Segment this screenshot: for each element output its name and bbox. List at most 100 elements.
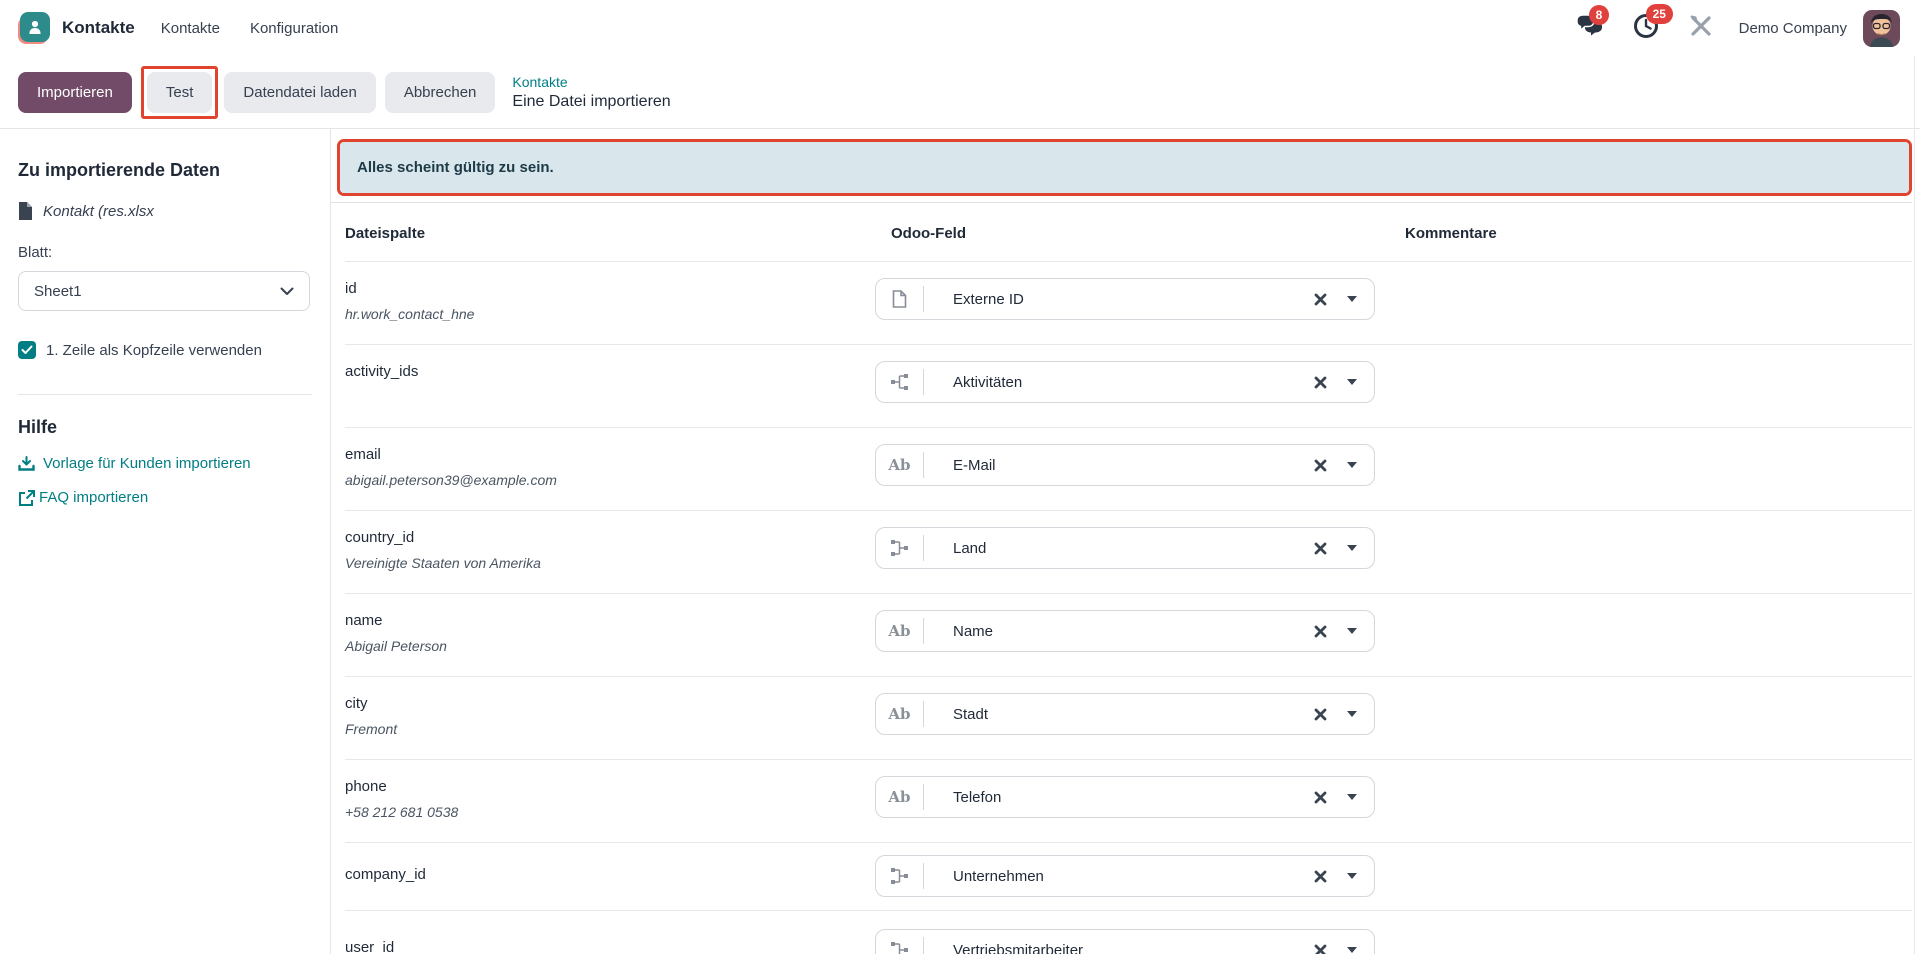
- debug-tools-button[interactable]: [1689, 14, 1713, 43]
- app-name[interactable]: Kontakte: [62, 18, 135, 38]
- dropdown-caret-icon[interactable]: [1347, 711, 1357, 717]
- clear-field-button[interactable]: [1314, 944, 1327, 954]
- user-avatar[interactable]: [1863, 10, 1900, 47]
- load-data-file-button[interactable]: Datendatei laden: [224, 72, 375, 113]
- activities-button[interactable]: 25: [1633, 13, 1659, 44]
- checkbox-checked-icon[interactable]: [18, 341, 36, 359]
- alert-highlight: Alles scheint gültig zu sein.: [337, 139, 1912, 196]
- field-label: Externe ID: [924, 291, 1314, 308]
- dropdown-caret-icon[interactable]: [1347, 947, 1357, 953]
- odoo-field-select[interactable]: Ab Telefon: [875, 776, 1375, 818]
- external-id-field-icon: [892, 290, 907, 308]
- clear-field-button[interactable]: [1314, 542, 1327, 555]
- odoo-field-select[interactable]: Ab Name: [875, 610, 1375, 652]
- import-mapping-row: country_id Vereinigte Staaten von Amerik…: [345, 511, 1912, 594]
- company-name[interactable]: Demo Company: [1739, 20, 1847, 37]
- field-label: Land: [924, 540, 1314, 557]
- use-first-row-as-header[interactable]: 1. Zeile als Kopfzeile verwenden: [18, 341, 312, 359]
- file-column-name: name: [345, 612, 875, 629]
- scrollbar-track[interactable]: [1914, 56, 1915, 954]
- char-field-icon: Ab: [888, 788, 910, 806]
- clear-x-icon: [1314, 376, 1327, 389]
- comment-cell: [1405, 262, 1912, 344]
- sidebar-divider: [18, 394, 312, 395]
- cancel-button[interactable]: Abbrechen: [385, 72, 496, 113]
- field-label: Aktivitäten: [924, 374, 1314, 391]
- dropdown-caret-icon[interactable]: [1347, 873, 1357, 879]
- field-label: Unternehmen: [924, 868, 1314, 885]
- breadcrumb-current: Eine Datei importieren: [512, 91, 670, 112]
- clear-x-icon: [1314, 944, 1327, 954]
- comment-cell: [1405, 428, 1912, 510]
- menu-kontakte[interactable]: Kontakte: [161, 20, 220, 37]
- external-link-icon: [18, 490, 35, 506]
- many2one-field-icon: [891, 867, 909, 885]
- file-column-sample: Abigail Peterson: [345, 638, 875, 654]
- sidebar-title: Zu importierende Daten: [18, 160, 312, 181]
- sheet-select[interactable]: Sheet1: [18, 271, 310, 311]
- field-label: E-Mail: [924, 457, 1314, 474]
- dropdown-caret-icon[interactable]: [1347, 462, 1357, 468]
- import-button[interactable]: Importieren: [18, 72, 132, 113]
- clear-field-button[interactable]: [1314, 791, 1327, 804]
- char-field-icon: Ab: [888, 456, 910, 474]
- file-icon: [18, 202, 33, 220]
- clear-field-button[interactable]: [1314, 293, 1327, 306]
- help-title: Hilfe: [18, 417, 312, 438]
- clear-x-icon: [1314, 870, 1327, 883]
- checkbox-label: 1. Zeile als Kopfzeile verwenden: [46, 342, 262, 359]
- file-column-name: user_id: [345, 939, 875, 954]
- clear-field-button[interactable]: [1314, 870, 1327, 883]
- comment-cell: [1405, 511, 1912, 593]
- top-navbar: Kontakte Kontakte Konfiguration 8 25: [0, 0, 1920, 56]
- clear-x-icon: [1314, 542, 1327, 555]
- field-label: Vertriebsmitarbeiter: [924, 942, 1314, 954]
- file-column-sample: abigail.peterson39@example.com: [345, 472, 875, 488]
- import-sidebar: Zu importierende Daten Kontakt (res.xlsx…: [0, 129, 331, 954]
- test-button-highlight: Test: [141, 66, 219, 119]
- validation-alert: Alles scheint gültig zu sein.: [340, 142, 1909, 193]
- dropdown-caret-icon[interactable]: [1347, 628, 1357, 634]
- import-mapping-row: name Abigail Peterson Ab Name: [345, 594, 1912, 677]
- dropdown-caret-icon[interactable]: [1347, 545, 1357, 551]
- clear-x-icon: [1314, 625, 1327, 638]
- sheet-select-value: Sheet1: [34, 283, 82, 300]
- odoo-field-select[interactable]: Unternehmen: [875, 855, 1375, 897]
- messages-button[interactable]: 8: [1576, 14, 1603, 43]
- import-mapping-row: user_id Vertriebsmitarbeiter: [345, 911, 1912, 954]
- import-faq-link[interactable]: FAQ importieren: [18, 489, 312, 506]
- clear-field-button[interactable]: [1314, 376, 1327, 389]
- menu-konfiguration[interactable]: Konfiguration: [250, 20, 338, 37]
- clear-x-icon: [1314, 459, 1327, 472]
- import-template-link[interactable]: Vorlage für Kunden importieren: [18, 455, 312, 472]
- import-mapping-row: id hr.work_contact_hne Externe ID: [345, 262, 1912, 345]
- clear-x-icon: [1314, 293, 1327, 306]
- field-label: Telefon: [924, 789, 1314, 806]
- clear-field-button[interactable]: [1314, 708, 1327, 721]
- dropdown-caret-icon[interactable]: [1347, 296, 1357, 302]
- file-column-name: city: [345, 695, 875, 712]
- odoo-field-select[interactable]: Ab E-Mail: [875, 444, 1375, 486]
- char-field-icon: Ab: [888, 705, 910, 723]
- imported-file: Kontakt (res.xlsx: [18, 202, 312, 220]
- import-table-header: Dateispalte Odoo-Feld Kommentare: [345, 203, 1912, 262]
- breadcrumb: Kontakte Eine Datei importieren: [512, 73, 670, 112]
- file-column-name: phone: [345, 778, 875, 795]
- odoo-field-select[interactable]: Externe ID: [875, 278, 1375, 320]
- comment-cell: [1405, 911, 1912, 954]
- header-comments: Kommentare: [1405, 225, 1912, 242]
- odoo-field-select[interactable]: Vertriebsmitarbeiter: [875, 929, 1375, 954]
- clear-field-button[interactable]: [1314, 459, 1327, 472]
- odoo-field-select[interactable]: Aktivitäten: [875, 361, 1375, 403]
- test-button[interactable]: Test: [147, 72, 213, 113]
- dropdown-caret-icon[interactable]: [1347, 794, 1357, 800]
- dropdown-caret-icon[interactable]: [1347, 379, 1357, 385]
- odoo-field-select[interactable]: Land: [875, 527, 1375, 569]
- char-field-icon: Ab: [888, 622, 910, 640]
- odoo-field-select[interactable]: Ab Stadt: [875, 693, 1375, 735]
- comment-cell: [1405, 677, 1912, 759]
- clear-x-icon: [1314, 708, 1327, 721]
- breadcrumb-parent-link[interactable]: Kontakte: [512, 73, 670, 91]
- contacts-app-icon[interactable]: [18, 12, 50, 45]
- clear-field-button[interactable]: [1314, 625, 1327, 638]
